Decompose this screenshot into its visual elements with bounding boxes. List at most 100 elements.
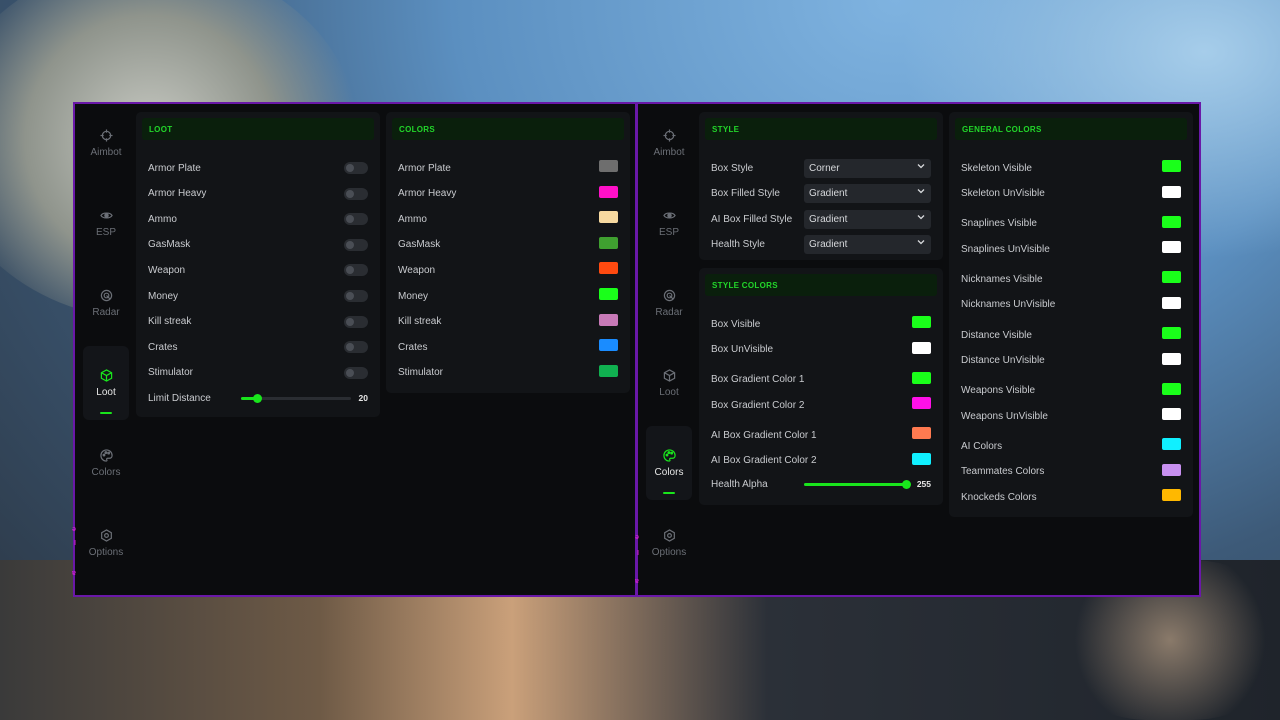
color-swatch[interactable] (599, 160, 618, 172)
color-swatch[interactable] (599, 288, 618, 300)
style-row: AI Box Filled Style Gradient (711, 209, 931, 229)
style-color-row-label: Box UnVisible (711, 344, 774, 355)
loot-toggle[interactable] (344, 264, 368, 277)
health-alpha-knob[interactable] (901, 480, 911, 489)
color-swatch[interactable] (599, 211, 618, 224)
nav-radar[interactable]: Radar (83, 266, 129, 340)
nav-loot[interactable]: Loot (646, 346, 692, 420)
style-row: Box Filled Style Gradient (711, 184, 931, 204)
limit-distance-knob[interactable] (253, 394, 262, 403)
loot-toggle[interactable] (344, 315, 368, 328)
general-color-row: Snaplines Visible (961, 214, 1181, 234)
nav-radar[interactable]: Radar (646, 266, 692, 340)
nav-label: Colors (654, 467, 684, 478)
color-swatch[interactable] (912, 371, 931, 384)
nav-aimbot[interactable]: Aimbot (646, 106, 692, 180)
color-swatch[interactable] (912, 341, 931, 354)
health-alpha-slider[interactable] (804, 480, 911, 489)
crosshair-icon (99, 128, 113, 142)
gear-icon (99, 528, 113, 542)
color-swatch[interactable] (1162, 241, 1181, 253)
limit-distance-slider[interactable] (241, 394, 351, 403)
loot-toggle[interactable] (344, 341, 368, 354)
color-swatch[interactable] (1162, 296, 1181, 309)
style-dropdown[interactable]: Gradient (804, 209, 931, 229)
color-swatch[interactable] (599, 185, 618, 198)
nav-label: Colors (91, 467, 121, 478)
loot-toggle[interactable] (344, 290, 368, 302)
limit-distance-row: Limit Distance 20 (148, 388, 368, 408)
loot-colors-panel: COLORS Armor Plate Armor Heavy Ammo GasMask… (386, 112, 630, 393)
style-dropdown[interactable]: Gradient (804, 235, 931, 255)
general-color-row: Distance Visible (961, 325, 1181, 345)
left-cheat-window: Aimbot ESP Radar Loot Colors Options LOOT Arm… (72, 102, 637, 597)
style-dropdown[interactable]: Corner (804, 158, 931, 178)
color-swatch[interactable] (1162, 215, 1181, 228)
style-dropdown[interactable]: Gradient (804, 184, 931, 204)
loot-row-label: Armor Heavy (148, 188, 207, 200)
health-alpha-value: 255 (916, 479, 931, 489)
general-color-row-label: Skeleton Visible (961, 162, 1032, 174)
color-swatch[interactable] (1162, 185, 1181, 198)
dropdown-value: Corner (809, 162, 840, 174)
color-swatch[interactable] (1162, 382, 1181, 395)
style-row-label: Health Style (711, 239, 765, 251)
general-color-row-label: Distance UnVisible (961, 355, 1045, 366)
style-row-label: AI Box Filled Style (711, 213, 793, 225)
general-color-row-label: Nicknames UnVisible (961, 299, 1056, 310)
color-swatch[interactable] (912, 316, 931, 328)
color-swatch[interactable] (1162, 408, 1181, 420)
general-color-row: Teammates Colors (961, 462, 1181, 482)
nav-loot[interactable]: Loot (83, 346, 129, 420)
chevron-down-icon (917, 238, 925, 248)
general-color-row: Knockeds Colors (961, 487, 1181, 507)
color-swatch[interactable] (912, 452, 931, 465)
color-swatch[interactable] (599, 262, 618, 275)
loot-toggle[interactable] (344, 162, 368, 174)
general-color-row-label: Weapons Visible (961, 385, 1036, 396)
loot-row-label: Ammo (148, 213, 177, 225)
nav-esp[interactable]: ESP (646, 186, 692, 260)
nav-label: ESP (658, 227, 679, 238)
general-color-row-label: Snaplines UnVisible (961, 243, 1050, 255)
color-swatch[interactable] (912, 397, 931, 409)
loot-color-row: Armor Plate (398, 158, 618, 178)
box-icon (99, 368, 113, 382)
color-swatch[interactable] (1162, 271, 1181, 283)
loot-toggle[interactable] (344, 366, 368, 379)
palette-icon (662, 448, 676, 462)
loot-toggle[interactable] (344, 238, 368, 251)
color-swatch[interactable] (1162, 489, 1181, 501)
color-swatch[interactable] (599, 313, 618, 326)
dropdown-value: Gradient (809, 239, 848, 251)
general-color-row-label: Knockeds Colors (961, 491, 1037, 503)
loot-toggle[interactable] (344, 187, 368, 200)
style-panel: STYLE Box Style Corner Box Filled Style Gra… (699, 112, 943, 260)
color-swatch[interactable] (912, 427, 931, 439)
color-swatch[interactable] (1162, 438, 1181, 450)
color-swatch[interactable] (1162, 352, 1181, 365)
loot-row-label: GasMask (148, 239, 191, 251)
color-swatch[interactable] (1162, 160, 1181, 172)
limit-distance-label: Limit Distance (148, 392, 211, 404)
nav-esp[interactable]: ESP (83, 186, 129, 260)
loot-row: Kill streak (148, 312, 368, 332)
loot-color-row-label: Ammo (398, 213, 427, 225)
general-color-row-label: Nicknames Visible (961, 273, 1043, 285)
color-swatch[interactable] (1162, 463, 1181, 476)
nav-colors[interactable]: Colors (646, 426, 692, 500)
nav-options[interactable]: Options (83, 506, 129, 580)
general-color-row: Weapons Visible (961, 381, 1181, 401)
color-swatch[interactable] (599, 236, 618, 249)
health-alpha-label: Health Alpha (711, 478, 768, 490)
loot-panel-title: LOOT (142, 118, 374, 140)
nav-aimbot[interactable]: Aimbot (83, 106, 129, 180)
loot-toggle[interactable] (344, 213, 368, 226)
nav-options[interactable]: Options (646, 506, 692, 580)
color-swatch[interactable] (599, 339, 618, 352)
color-swatch[interactable] (1162, 327, 1181, 339)
color-swatch[interactable] (599, 364, 618, 377)
style-row: Health Style Gradient (711, 235, 931, 255)
nav-label: Aimbot (90, 147, 122, 158)
nav-colors[interactable]: Colors (83, 426, 129, 500)
